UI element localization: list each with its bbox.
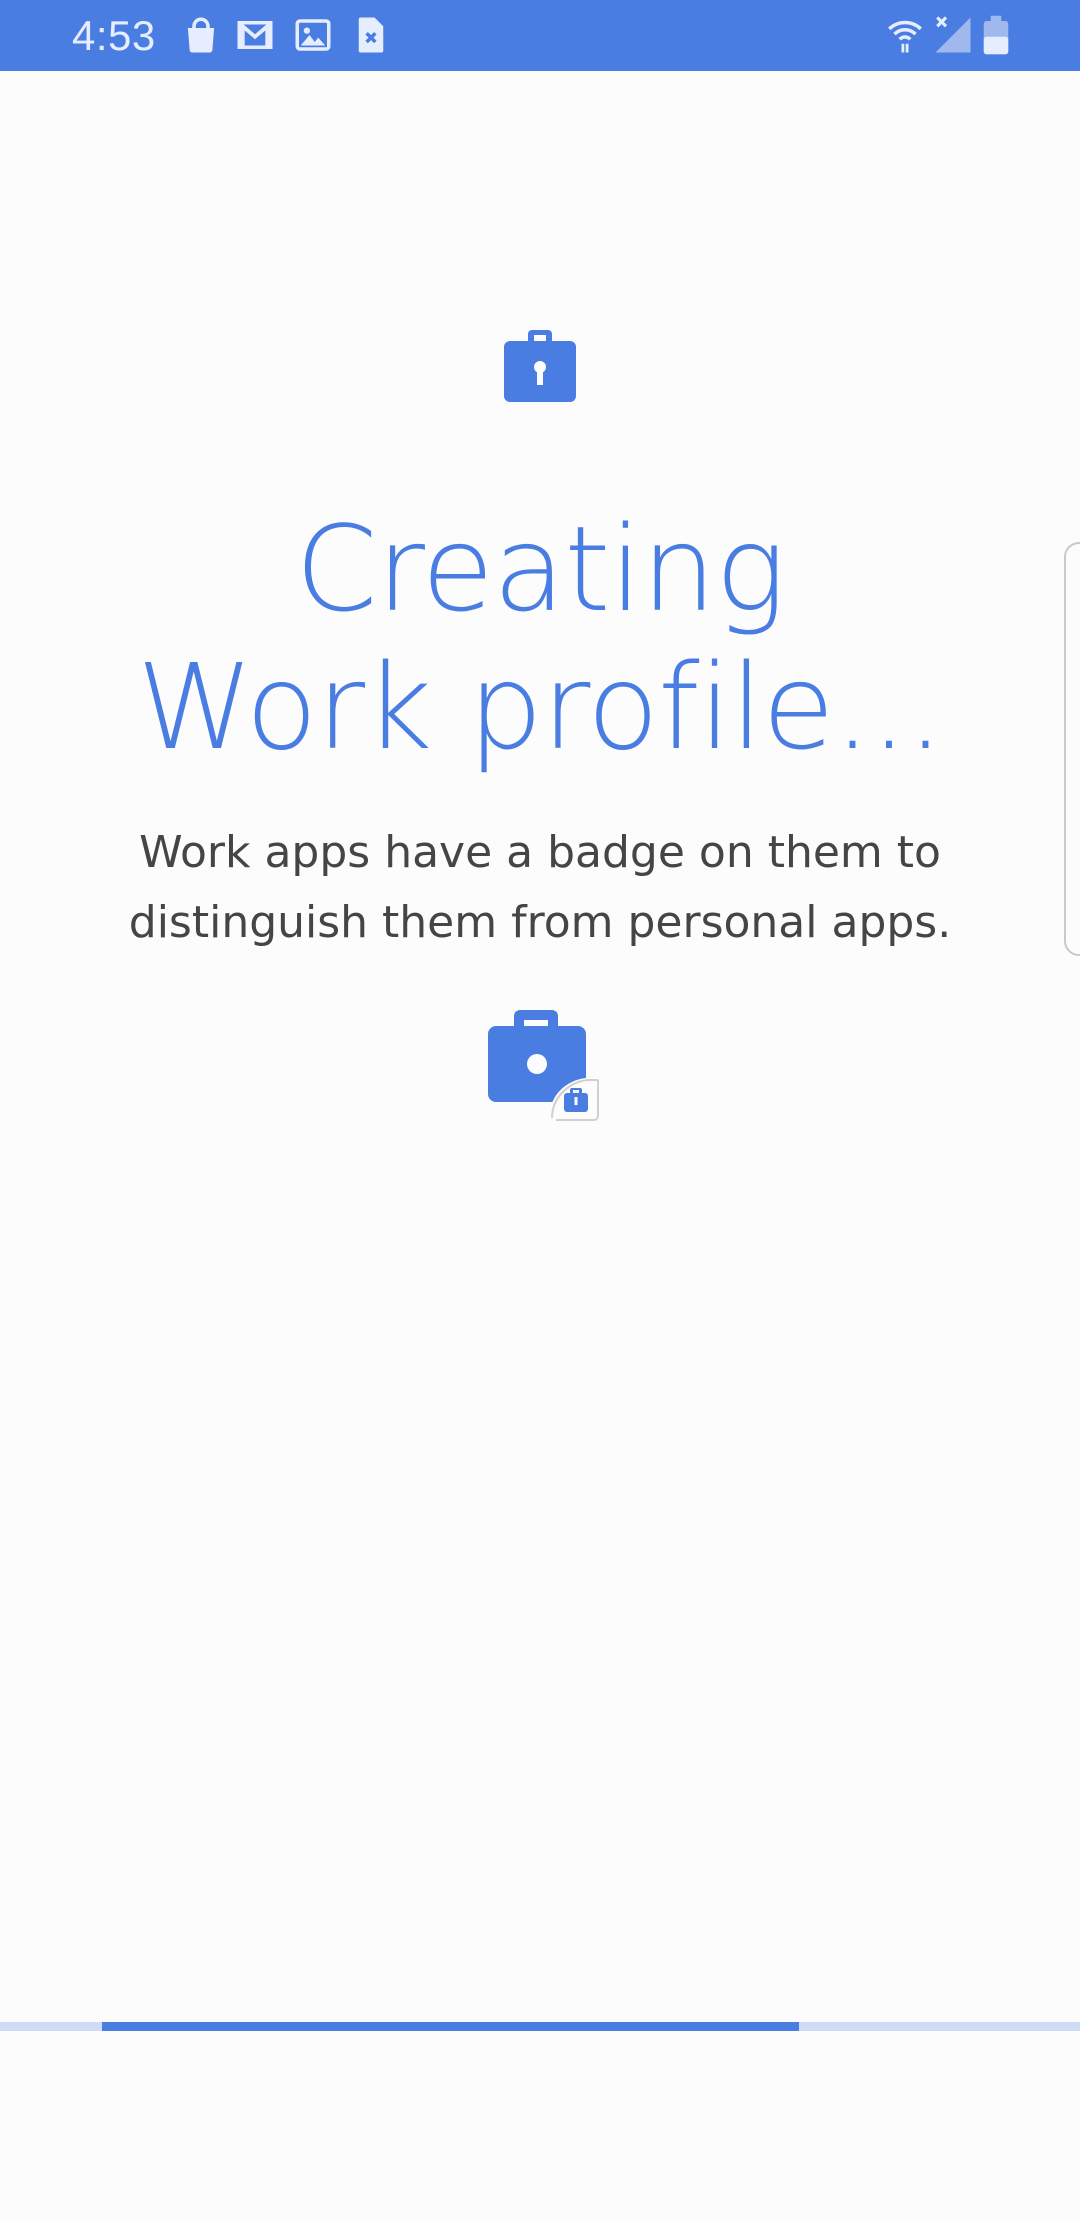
page-title: Creating Work profile... [0,500,1080,776]
wifi-icon [884,14,926,56]
gallery-icon [292,14,334,56]
file-close-icon [350,14,392,56]
progress-bar [0,2022,1080,2031]
edge-panel-handle[interactable] [1064,542,1080,956]
shopping-bag-icon [180,14,222,56]
gmail-icon [234,14,276,56]
status-bar: 4:53 [0,0,1080,71]
description-text: Work apps have a badge on them to distin… [128,827,952,948]
status-time: 4:53 [72,12,156,59]
title-line-2: Work profile... [136,638,945,776]
title-line-1: Creating [295,500,786,638]
work-app-badge-icon [486,1008,604,1126]
battery-icon [978,14,1014,56]
work-briefcase-lock-icon [504,330,576,402]
signal-icon [932,14,974,56]
progress-bar-fill [101,2022,800,2031]
